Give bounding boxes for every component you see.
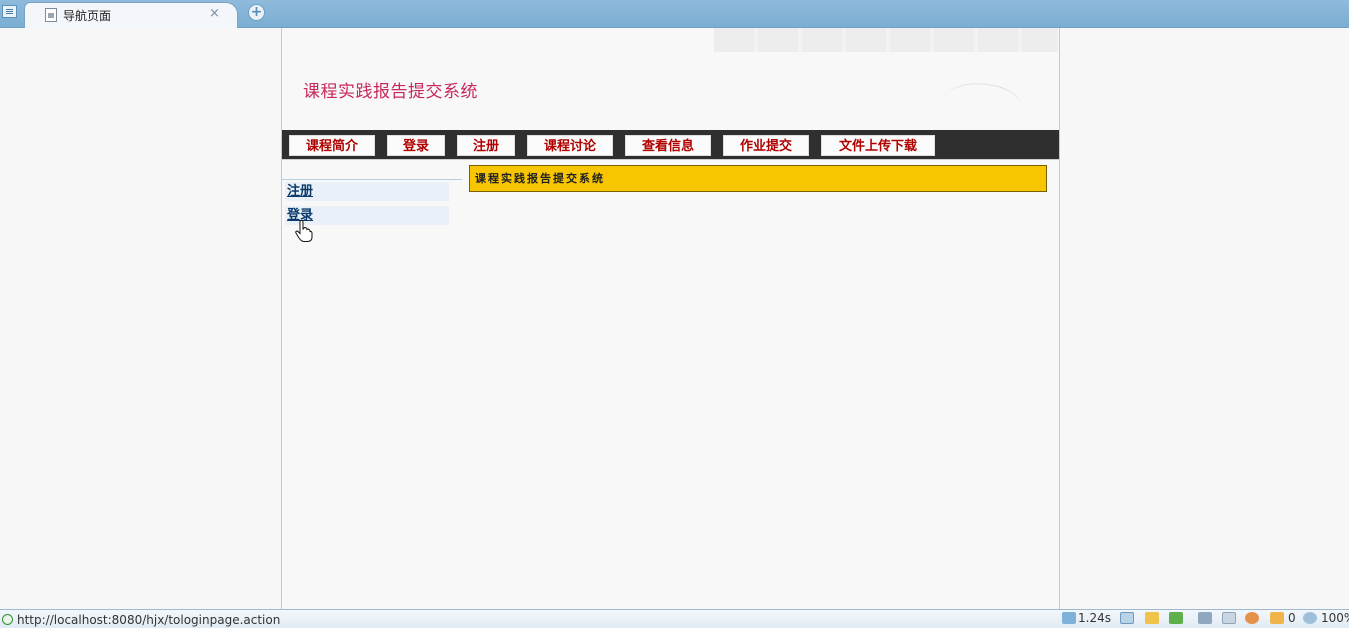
notification-count: 0 xyxy=(1288,611,1296,625)
status-check-icon xyxy=(2,614,13,625)
hand-cursor-icon xyxy=(295,220,313,242)
nav-course-intro[interactable]: 课程简介 xyxy=(289,135,375,156)
site-title: 课程实践报告提交系统 xyxy=(303,82,478,102)
lock-icon[interactable] xyxy=(1145,612,1159,624)
tab-menu-icon[interactable] xyxy=(2,5,17,18)
zoom-icon[interactable] xyxy=(1303,612,1317,624)
notification-icon[interactable] xyxy=(1270,612,1284,624)
load-time: 1.24s xyxy=(1078,611,1111,625)
header-swoosh-decoration xyxy=(938,75,1026,137)
close-icon[interactable]: × xyxy=(209,7,220,21)
edit-icon[interactable] xyxy=(1120,612,1134,624)
eye-icon[interactable] xyxy=(1245,612,1259,624)
nav-divider xyxy=(282,159,1059,160)
speed-icon xyxy=(1062,612,1076,624)
nav-register[interactable]: 注册 xyxy=(457,135,515,156)
browser-tab-strip: 导航页面 × + xyxy=(0,0,1349,28)
tab-title: 导航页面 xyxy=(63,9,112,23)
new-tab-icon[interactable]: + xyxy=(248,4,265,21)
nav-view-info[interactable]: 查看信息 xyxy=(625,135,711,156)
browser-tab[interactable]: 导航页面 × xyxy=(24,2,238,28)
main-nav: 课程简介 登录 注册 课程讨论 查看信息 作业提交 文件上传下载 xyxy=(282,130,1059,159)
sidebar-item-register[interactable]: 注册 xyxy=(285,182,449,201)
status-bar: http://localhost:8080/hjx/tologinpage.ac… xyxy=(0,609,1349,628)
speaker-icon[interactable] xyxy=(1198,612,1212,624)
nav-file-upload-download[interactable]: 文件上传下载 xyxy=(821,135,935,156)
zoom-level[interactable]: 100% xyxy=(1321,611,1349,625)
nav-course-discussion[interactable]: 课程讨论 xyxy=(527,135,613,156)
status-url: http://localhost:8080/hjx/tologinpage.ac… xyxy=(17,613,281,627)
header-decoration xyxy=(714,28,1058,52)
page-icon xyxy=(45,8,57,22)
content-banner: 课程实践报告提交系统 xyxy=(469,165,1047,192)
nav-homework-submit[interactable]: 作业提交 xyxy=(723,135,809,156)
page-container: 课程实践报告提交系统 课程简介 登录 注册 课程讨论 查看信息 作业提交 文件上… xyxy=(281,28,1060,609)
download-icon[interactable] xyxy=(1169,612,1183,624)
window-icon[interactable] xyxy=(1222,612,1236,624)
nav-login[interactable]: 登录 xyxy=(387,135,445,156)
sidebar-divider xyxy=(282,179,462,180)
